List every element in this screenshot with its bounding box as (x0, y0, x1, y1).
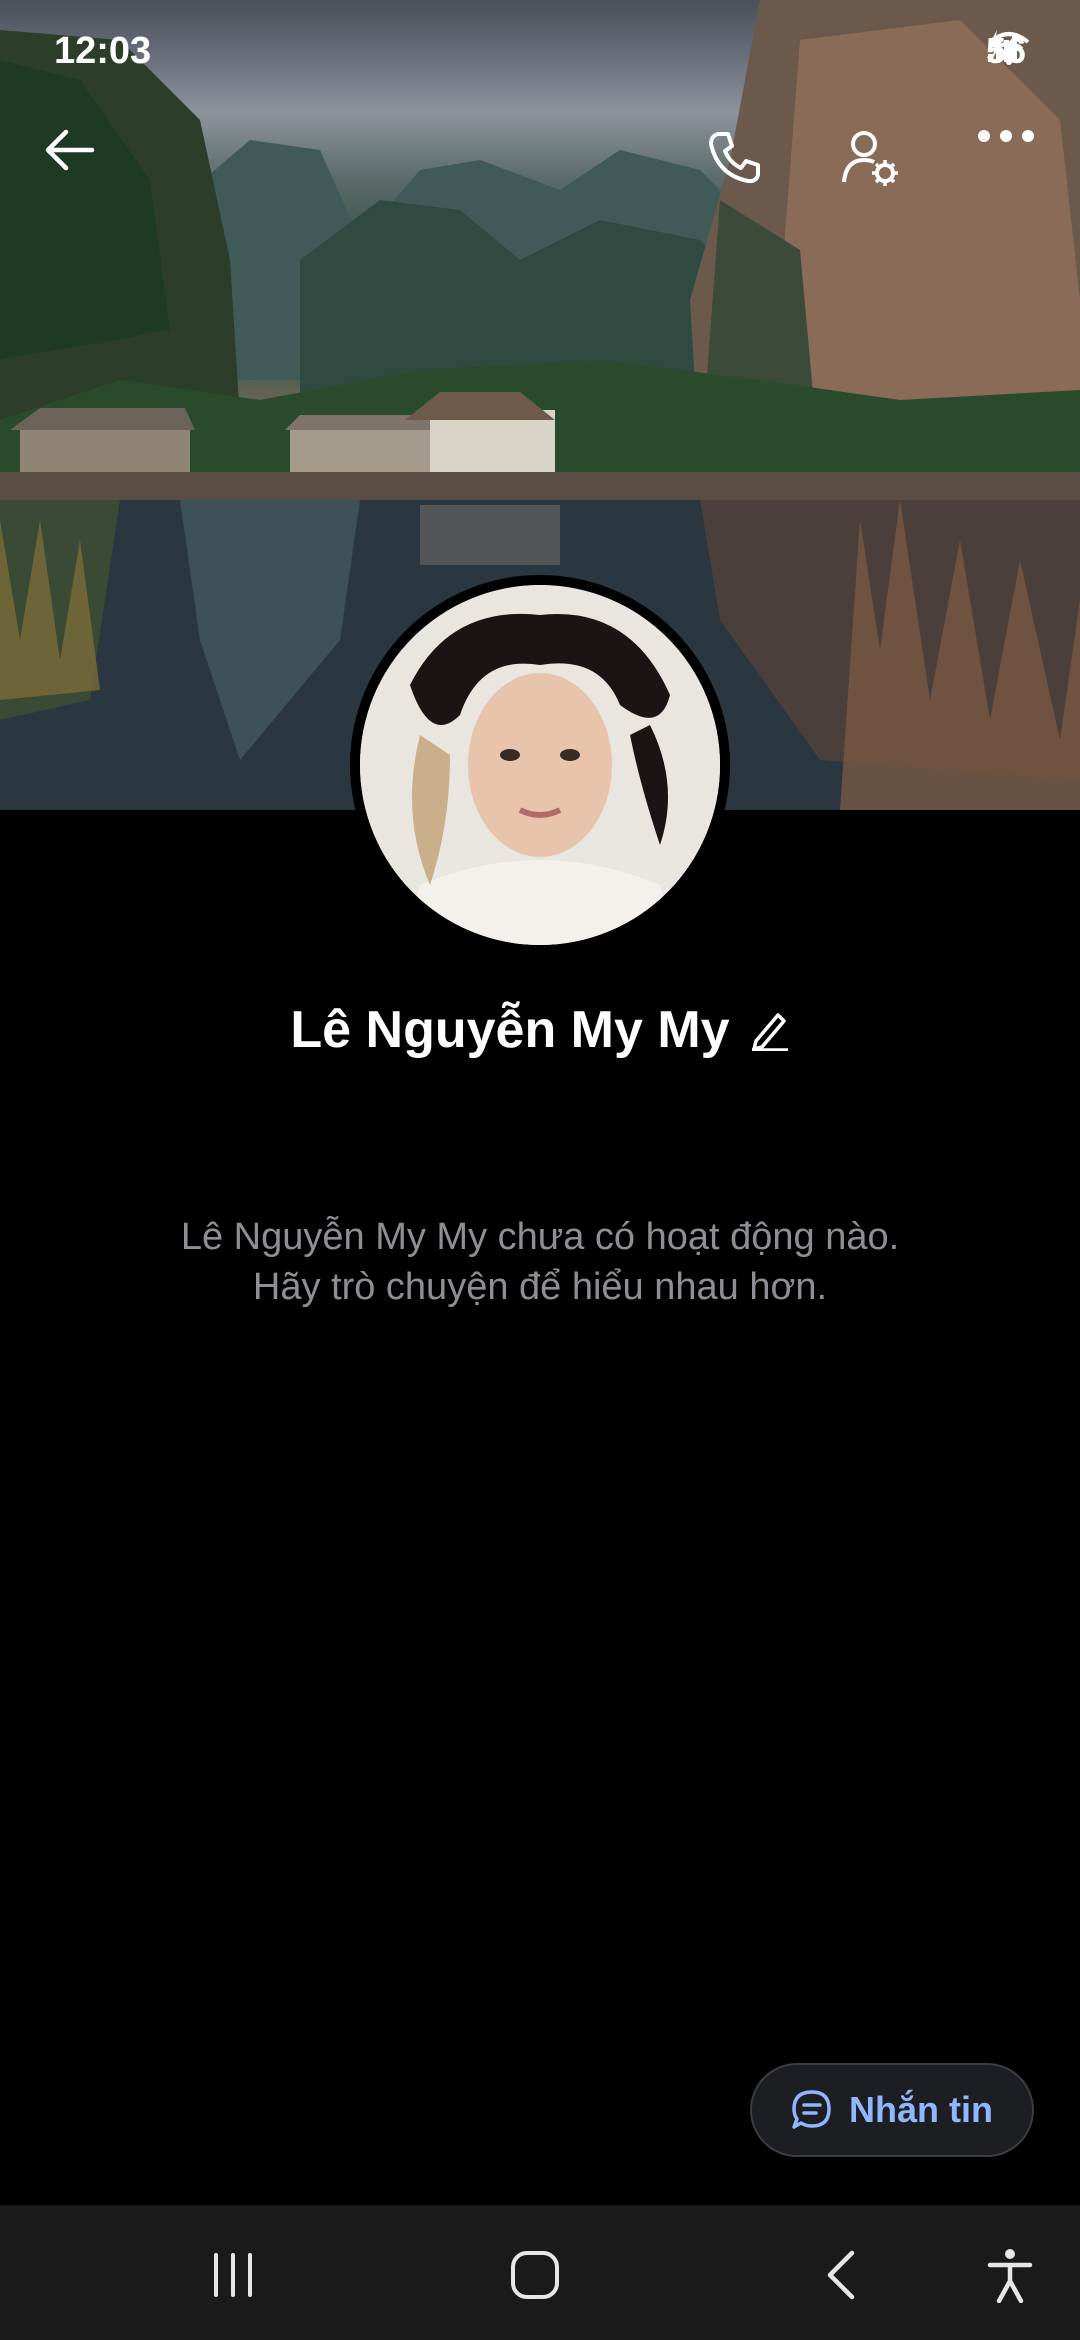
chat-bubble-icon (792, 2090, 831, 2129)
status-bar: 12:03 56 (0, 0, 1080, 100)
system-back-button[interactable] (800, 2235, 880, 2315)
home-icon (511, 2251, 559, 2299)
accessibility-icon (987, 2249, 1033, 2303)
pencil-icon[interactable] (750, 1009, 790, 1051)
empty-activity-message: Lê Nguyễn My My chưa có hoạt động nào. H… (0, 1212, 1080, 1312)
send-message-label: Nhắn tin (849, 2089, 993, 2130)
more-icon (978, 130, 1034, 142)
status-time: 12:03 (54, 30, 152, 72)
back-button[interactable] (42, 128, 114, 200)
profile-name: Lê Nguyễn My My (290, 1001, 730, 1059)
charging-icon (987, 30, 1002, 60)
send-message-button[interactable]: Nhắn tin (750, 2063, 1034, 2157)
user-settings-icon (842, 131, 898, 186)
empty-line-2: Hãy trò chuyện để hiểu nhau hơn. (252, 1266, 828, 1308)
phone-icon (709, 132, 760, 184)
profile-avatar[interactable] (350, 575, 730, 955)
home-button[interactable] (495, 2235, 575, 2315)
system-navigation-bar (0, 2205, 1080, 2340)
chevron-left-icon (827, 2250, 855, 2300)
profile-name-row: Lê Nguyễn My My (0, 1000, 1080, 1060)
call-button[interactable] (706, 128, 778, 200)
accessibility-button[interactable] (970, 2235, 1050, 2315)
more-options-button[interactable] (976, 128, 1048, 200)
empty-line-1: Lê Nguyễn My My chưa có hoạt động nào. (180, 1216, 900, 1258)
recent-apps-button[interactable] (193, 2235, 273, 2315)
avatar-photo (360, 585, 720, 945)
status-indicators: 56 (986, 30, 1030, 72)
recent-apps-icon (214, 2253, 252, 2297)
profile-settings-button[interactable] (840, 128, 912, 200)
back-arrow-icon (45, 129, 95, 171)
